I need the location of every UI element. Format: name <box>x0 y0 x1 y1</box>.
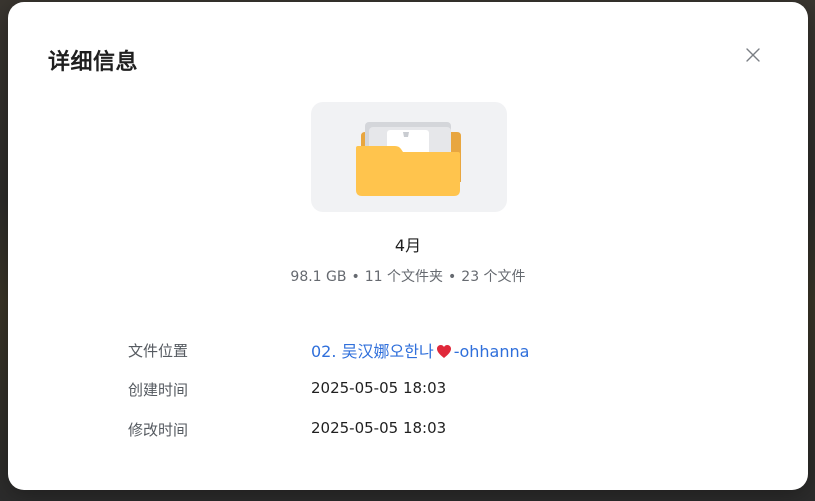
heart-icon <box>436 345 451 358</box>
separator-dot: • <box>351 269 360 285</box>
folder-name: 4月 <box>394 236 422 255</box>
location-link[interactable]: 02. 吴汉娜오한나 -ohhanna <box>311 338 529 362</box>
details-dialog: 详细信息 4月 98.1 GB • 11 个文件夹 • 23 个文件 文件位置 02. … <box>8 2 808 490</box>
folder-preview <box>311 102 507 212</box>
created-label: 创建时间 <box>128 381 189 399</box>
modified-row: 修改时间 2025-05-05 18:03 <box>128 419 768 443</box>
created-value: 2025-05-05 18:03 <box>311 379 447 397</box>
separator-dot: • <box>448 269 457 285</box>
dialog-title: 详细信息 <box>48 50 139 75</box>
modified-label: 修改时间 <box>128 421 189 439</box>
close-icon <box>746 48 760 62</box>
folder-subfolder-count: 11 个文件夹 <box>364 269 444 285</box>
modified-value: 2025-05-05 18:03 <box>311 419 447 437</box>
folder-summary: 98.1 GB • 11 个文件夹 • 23 个文件 <box>8 266 808 286</box>
folder-file-count: 23 个文件 <box>461 269 526 285</box>
location-link-suffix: -ohhanna <box>453 342 530 361</box>
location-label: 文件位置 <box>128 342 189 360</box>
folder-icon <box>356 122 461 196</box>
close-button[interactable] <box>742 44 764 66</box>
location-row: 文件位置 02. 吴汉娜오한나 -ohhanna <box>128 338 768 362</box>
folder-size: 98.1 GB <box>290 269 347 285</box>
location-link-text: 02. 吴汉娜오한나 <box>311 342 434 361</box>
created-row: 创建时间 2025-05-05 18:03 <box>128 379 768 403</box>
